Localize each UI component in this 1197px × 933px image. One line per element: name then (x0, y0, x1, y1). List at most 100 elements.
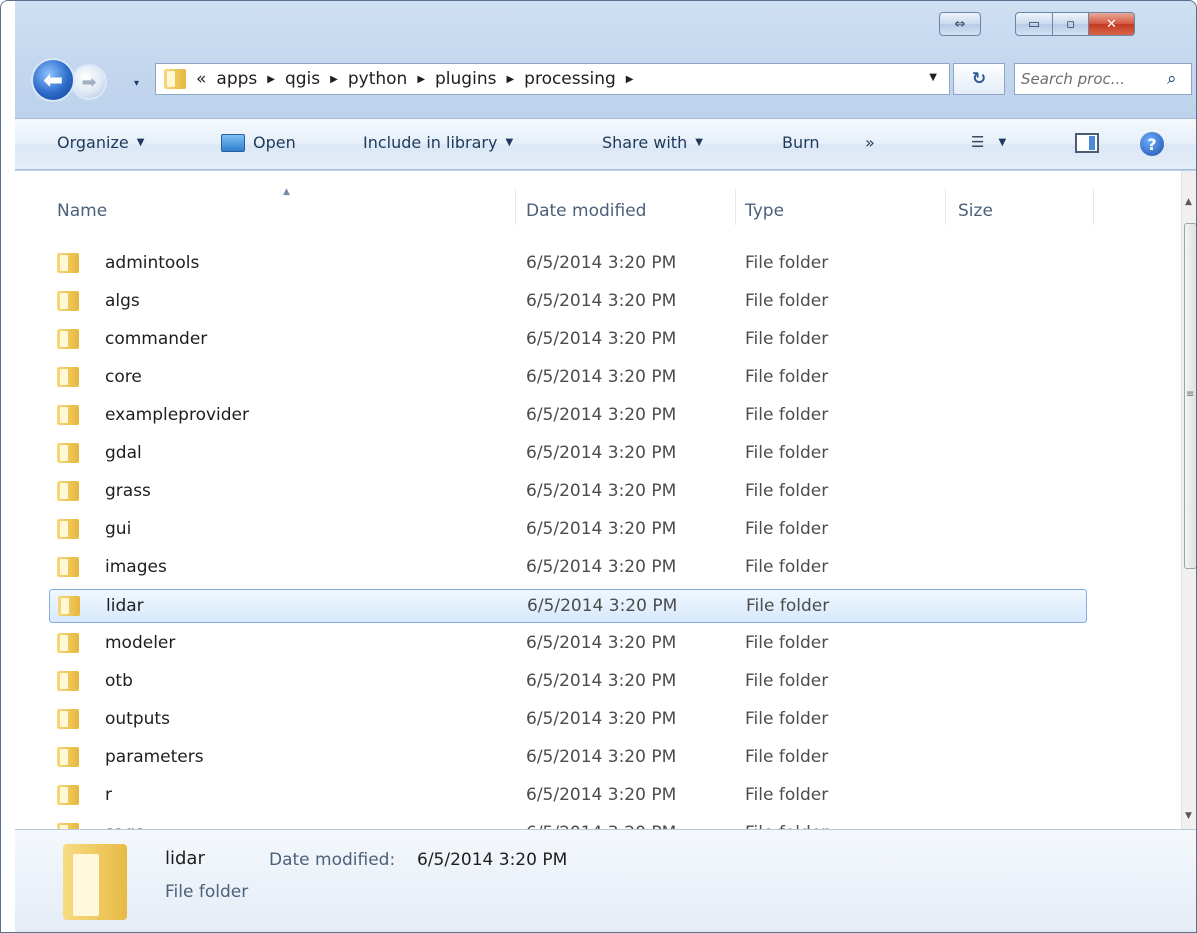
list-item[interactable]: saga6/5/2014 3:20 PMFile folder (49, 817, 1087, 829)
details-date-value: 6/5/2014 3:20 PM (417, 850, 568, 870)
address-bar[interactable]: « apps ▶ qgis ▶ python ▶ plugins ▶ processing ▶ ▼ (155, 63, 950, 95)
list-item[interactable]: admintools 6/5/2014 3:20 PM File folder (49, 247, 1087, 281)
item-type: File folder (745, 519, 829, 539)
include-in-library-button[interactable]: Include in library ▼ (363, 133, 513, 152)
breadcrumb-separator-icon[interactable]: ▶ (506, 74, 514, 85)
item-type: File folder (745, 633, 829, 653)
folder-icon (57, 671, 79, 691)
share-with-label: Share with (602, 133, 688, 152)
column-header-name[interactable]: Name (57, 201, 107, 221)
breadcrumb-separator-icon[interactable]: ▶ (417, 74, 425, 85)
breadcrumb-item[interactable]: apps (216, 69, 257, 89)
folder-thumbnail-icon (63, 844, 127, 920)
organize-label: Organize (57, 133, 129, 152)
item-date: 6/5/2014 3:20 PM (526, 709, 677, 729)
column-divider[interactable] (1093, 189, 1094, 225)
address-overflow-chevron[interactable]: « (196, 69, 206, 89)
burn-button[interactable]: Burn (782, 133, 820, 152)
include-in-library-label: Include in library (363, 133, 498, 152)
item-date: 6/5/2014 3:20 PM (526, 671, 677, 691)
item-date: 6/5/2014 3:20 PM (526, 367, 677, 387)
item-name: admintools (105, 253, 200, 273)
snap-button[interactable]: ⇔ (939, 12, 981, 36)
breadcrumb-separator-icon[interactable]: ▶ (626, 74, 634, 85)
list-item[interactable]: gdal 6/5/2014 3:20 PM File folder (49, 437, 1087, 471)
folder-icon (57, 519, 79, 539)
scroll-down-arrow-icon[interactable]: ▼ (1185, 811, 1192, 821)
maximize-button[interactable]: ▫ (1053, 12, 1089, 36)
help-button[interactable]: ? (1140, 132, 1164, 156)
list-item[interactable]: exampleprovider 6/5/2014 3:20 PM File fold… (49, 399, 1087, 433)
open-label: Open (253, 133, 296, 152)
list-item[interactable]: commander 6/5/2014 3:20 PM File folder (49, 323, 1087, 357)
item-type: File folder (745, 671, 829, 691)
breadcrumb-separator-icon[interactable]: ▶ (267, 74, 275, 85)
column-divider[interactable] (735, 189, 736, 225)
open-button[interactable]: Open (221, 133, 296, 152)
folder-icon (57, 329, 79, 349)
recent-pages-dropdown[interactable]: ▾ (134, 78, 139, 89)
column-header-date-modified[interactable]: Date modified (526, 201, 646, 221)
breadcrumb-item[interactable]: qgis (285, 69, 320, 89)
folder-icon (57, 785, 79, 805)
list-item[interactable]: outputs 6/5/2014 3:20 PM File folder (49, 703, 1087, 737)
item-name: otb (105, 671, 133, 691)
item-type: File folder (745, 291, 829, 311)
breadcrumb-item[interactable]: plugins (435, 69, 496, 89)
list-item[interactable]: grass 6/5/2014 3:20 PM File folder (49, 475, 1087, 509)
search-box[interactable]: ⌕ (1014, 63, 1192, 95)
list-item[interactable]: r 6/5/2014 3:20 PM File folder (49, 779, 1087, 813)
organize-button[interactable]: Organize ▼ (57, 133, 144, 152)
list-item[interactable]: core 6/5/2014 3:20 PM File folder (49, 361, 1087, 395)
refresh-button[interactable]: ↻ (953, 63, 1005, 95)
folder-icon (58, 596, 80, 616)
sort-ascending-icon: ▲ (283, 187, 290, 197)
item-type: File folder (745, 253, 829, 273)
scroll-up-arrow-icon[interactable]: ▲ (1185, 197, 1192, 207)
close-button[interactable]: ✕ (1089, 12, 1135, 36)
item-name: exampleprovider (105, 405, 250, 425)
breadcrumb-separator-icon[interactable]: ▶ (330, 74, 338, 85)
list-item[interactable]: parameters 6/5/2014 3:20 PM File folder (49, 741, 1087, 775)
chevron-down-icon: ▼ (998, 136, 1007, 148)
search-input[interactable] (1021, 70, 1167, 88)
folder-icon (57, 405, 79, 425)
column-header-size[interactable]: Size (958, 201, 993, 221)
details-date-label: Date modified: (269, 850, 396, 870)
forward-button[interactable]: ➡ (71, 64, 107, 100)
search-icon[interactable]: ⌕ (1167, 69, 1177, 89)
views-icon: ☰ (971, 133, 985, 151)
column-divider[interactable] (515, 189, 516, 225)
details-item-name: lidar (165, 848, 205, 869)
list-item[interactable]: modeler 6/5/2014 3:20 PM File folder (49, 627, 1087, 661)
preview-pane-button[interactable] (1075, 133, 1099, 153)
folder-icon (57, 481, 79, 501)
list-item[interactable]: images 6/5/2014 3:20 PM File folder (49, 551, 1087, 585)
item-type: File folder (745, 443, 829, 463)
scrollbar-grip-icon: ≡ (1186, 389, 1195, 400)
column-header-type[interactable]: Type (745, 201, 784, 221)
item-name: grass (105, 481, 151, 501)
vertical-scrollbar[interactable]: ▲ ≡ ▼ (1181, 171, 1196, 829)
list-item[interactable]: lidar 6/5/2014 3:20 PM File folder (49, 589, 1087, 623)
change-view-button[interactable]: ☰ ▼ (971, 133, 1006, 151)
item-name: modeler (105, 633, 176, 653)
list-item[interactable]: algs 6/5/2014 3:20 PM File folder (49, 285, 1087, 319)
breadcrumb-item[interactable]: python (348, 69, 407, 89)
list-item[interactable]: gui 6/5/2014 3:20 PM File folder (49, 513, 1087, 547)
column-divider[interactable] (945, 189, 946, 225)
back-button[interactable]: ⬅ (31, 58, 75, 102)
folder-icon (57, 253, 79, 273)
share-with-button[interactable]: Share with ▼ (602, 133, 703, 152)
more-commands-button[interactable]: » (865, 133, 875, 152)
explorer-window: ⇔ ▭ ▫ ✕ ⬅ ➡ ▾ « apps ▶ qgis ▶ python ▶ plugins… (0, 0, 1197, 933)
minimize-button[interactable]: ▭ (1015, 12, 1053, 36)
breadcrumb-item[interactable]: processing (524, 69, 616, 89)
list-item[interactable]: otb 6/5/2014 3:20 PM File folder (49, 665, 1087, 699)
address-dropdown-icon[interactable]: ▼ (929, 72, 937, 83)
item-date: 6/5/2014 3:20 PM (526, 633, 677, 653)
item-date: 6/5/2014 3:20 PM (526, 253, 677, 273)
window-controls: ▭ ▫ ✕ (1015, 12, 1135, 38)
folder-icon (57, 709, 79, 729)
chevron-down-icon: ▼ (505, 137, 514, 148)
